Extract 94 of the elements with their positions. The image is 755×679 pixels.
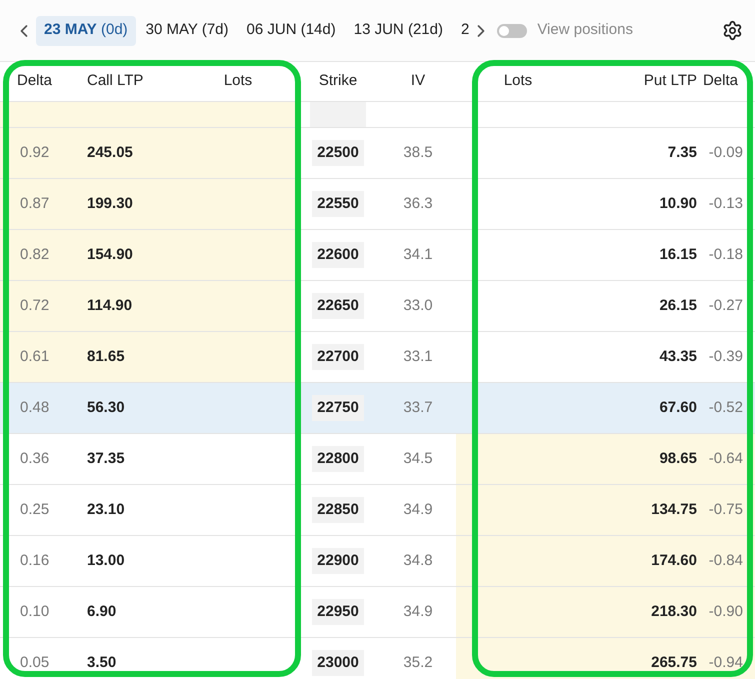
put-delta: -0.84 [708, 550, 743, 571]
call-delta: 0.36 [20, 448, 50, 469]
put-delta: -0.39 [708, 346, 743, 367]
strike-chip: 22750 [312, 394, 364, 422]
column-header: Lots [224, 71, 252, 92]
put-delta: -0.64 [708, 448, 743, 469]
view-positions-toggle[interactable] [497, 24, 528, 38]
call-ltp: 6.90 [87, 602, 116, 622]
expiry-tab[interactable]: 2 [452, 16, 472, 46]
call-delta: 0.82 [20, 244, 50, 265]
iv-value: 34.9 [403, 500, 433, 520]
expiry-tab[interactable]: 13 JUN (21d) [346, 16, 451, 46]
iv-value: 36.3 [403, 194, 433, 214]
put-delta: -0.09 [708, 142, 743, 163]
column-header: Call LTP [87, 71, 144, 92]
iv-value: 33.0 [403, 296, 433, 316]
option-row[interactable]: 0.36 37.35 22800 34.5 98.65 -0.64 [0, 434, 755, 485]
call-delta: 0.61 [20, 346, 50, 367]
column-header: IV [410, 71, 426, 92]
settings-icon[interactable] [722, 20, 743, 41]
strike-chip: 22900 [312, 548, 364, 574]
call-delta: 0.48 [20, 398, 50, 418]
call-ltp: 154.90 [87, 244, 133, 265]
option-row[interactable]: 0.61 81.65 22700 33.1 43.35 -0.39 [0, 332, 755, 383]
put-delta: -0.90 [708, 602, 743, 622]
call-ltp: 199.30 [87, 194, 133, 214]
expiry-tab[interactable]: 06 JUN (14d) [238, 16, 344, 46]
strike-chip: 22800 [312, 446, 364, 472]
column-header: Put LTP [644, 71, 697, 92]
option-row[interactable]: 0.87 199.30 22550 36.3 10.90 -0.13 [0, 179, 755, 230]
call-ltp: 13.00 [87, 550, 125, 571]
put-ltp: 218.30 [651, 602, 697, 622]
call-ltp: 23.10 [87, 500, 125, 520]
call-ltp: 81.65 [87, 346, 125, 367]
strike-chip: 22600 [312, 242, 364, 268]
call-delta: 0.87 [20, 194, 50, 214]
put-ltp: 174.60 [651, 550, 697, 571]
put-ltp: 16.15 [659, 244, 697, 265]
expiry-tab[interactable]: 23 MAY (0d) [36, 16, 136, 46]
iv-value: 33.1 [403, 346, 433, 367]
iv-value: 34.5 [403, 448, 433, 469]
put-ltp: 26.15 [659, 296, 697, 316]
put-delta: -0.18 [708, 244, 743, 265]
strike-chip: 22850 [312, 496, 364, 524]
option-row[interactable]: 0.10 6.90 22950 34.9 218.30 -0.90 [0, 587, 755, 638]
strike-chip: 22550 [312, 190, 364, 218]
call-delta: 0.16 [20, 550, 50, 571]
option-row[interactable]: 0.92 245.05 22500 38.5 7.35 -0.09 [0, 128, 755, 179]
strike-chip: 22500 [312, 140, 364, 166]
column-header: Delta [702, 71, 738, 92]
strike-chip [310, 102, 366, 127]
iv-value: 34.1 [403, 244, 433, 265]
view-positions-label: View positions [537, 20, 633, 40]
put-ltp: 67.60 [659, 398, 697, 418]
put-ltp: 98.65 [659, 448, 697, 469]
strike-chip: 22650 [312, 292, 364, 320]
put-ltp: 10.90 [659, 194, 697, 214]
option-row[interactable]: 0.16 13.00 22900 34.8 174.60 -0.84 [0, 536, 755, 587]
iv-value: 34.9 [403, 602, 433, 622]
column-header: Lots [504, 71, 532, 92]
iv-value: 34.8 [403, 550, 433, 571]
call-delta: 0.05 [20, 652, 50, 673]
call-delta: 0.25 [20, 500, 50, 520]
call-ltp: 37.35 [87, 448, 125, 469]
option-row[interactable]: 0.05 3.50 23000 35.2 265.75 -0.94 [0, 638, 755, 679]
put-ltp: 134.75 [651, 500, 697, 520]
call-ltp: 245.05 [87, 142, 133, 163]
expiry-tab[interactable]: 30 MAY (7d) [138, 16, 237, 46]
put-delta: -0.13 [708, 194, 743, 214]
call-delta: 0.92 [20, 142, 50, 163]
put-ltp: 43.35 [659, 346, 697, 367]
call-delta: 0.72 [20, 296, 50, 316]
strike-chip: 23000 [312, 650, 364, 676]
put-delta: -0.52 [708, 398, 743, 418]
call-delta: 0.10 [20, 602, 50, 622]
call-ltp: 3.50 [87, 652, 116, 673]
put-delta: -0.94 [708, 652, 743, 673]
column-header: Strike [318, 71, 358, 92]
option-row[interactable]: 0.25 23.10 22850 34.9 134.75 -0.75 [0, 485, 755, 536]
option-row[interactable]: 0.48 56.30 22750 33.7 67.60 -0.52 [0, 383, 755, 434]
iv-value: 35.2 [403, 652, 433, 673]
column-header: Delta [17, 71, 52, 92]
option-row[interactable]: 0.82 154.90 22600 34.1 16.15 -0.18 [0, 230, 755, 281]
put-ltp: 7.35 [668, 142, 697, 163]
call-ltp: 56.30 [87, 398, 125, 418]
option-row[interactable]: 0.72 114.90 22650 33.0 26.15 -0.27 [0, 281, 755, 332]
strike-chip: 22700 [312, 344, 364, 370]
iv-value: 38.5 [403, 142, 433, 163]
put-ltp: 265.75 [651, 652, 697, 673]
put-delta: -0.75 [708, 500, 743, 520]
put-delta: -0.27 [708, 296, 743, 316]
call-ltp: 114.90 [87, 296, 132, 316]
iv-value: 33.7 [403, 398, 433, 418]
strike-chip: 22950 [312, 598, 364, 626]
